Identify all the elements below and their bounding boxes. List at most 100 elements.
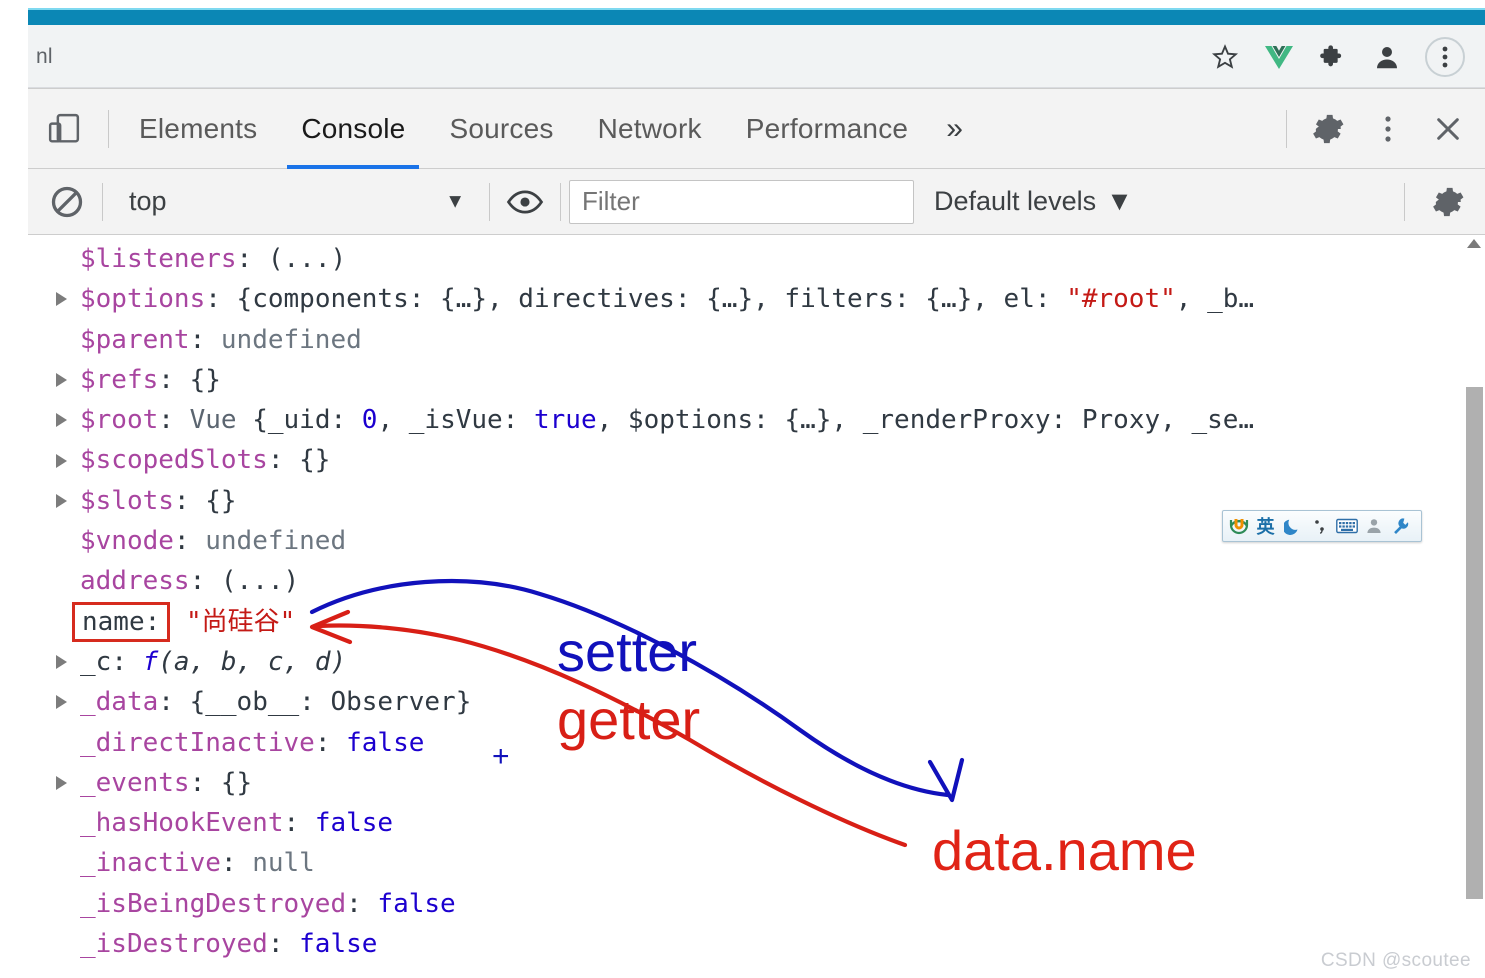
property-value: {} xyxy=(189,364,221,395)
property-row-refs[interactable]: $refs: {} xyxy=(28,360,1388,400)
csdn-watermark: CSDN @scoutee xyxy=(1320,950,1471,971)
property-row-directinactive[interactable]: _directInactive: false xyxy=(28,723,1388,763)
property-row-options[interactable]: $options: {components: {…}, directives: … xyxy=(28,279,1388,319)
soft-keyboard-icon[interactable] xyxy=(1334,513,1359,539)
input-mode-chinese-english-icon[interactable]: 英 xyxy=(1253,513,1278,539)
bookmark-star-icon[interactable] xyxy=(1209,41,1241,73)
property-key: name xyxy=(82,606,145,637)
ime-toolbox-wrench-icon[interactable] xyxy=(1388,513,1413,539)
property-row-events[interactable]: _events: {} xyxy=(28,763,1388,803)
scroll-up-arrow-icon[interactable] xyxy=(1467,239,1481,248)
console-filter-input[interactable] xyxy=(569,179,914,224)
scrollbar-thumb[interactable] xyxy=(1466,387,1483,899)
extensions-puzzle-icon[interactable] xyxy=(1317,41,1349,73)
ime-floating-toolbar[interactable]: 英 xyxy=(1222,510,1422,542)
punctuation-mode-icon[interactable] xyxy=(1307,513,1332,539)
moon-mode-icon[interactable] xyxy=(1280,513,1305,539)
page-load-progress-bar xyxy=(28,8,1485,25)
chrome-menu-icon[interactable] xyxy=(1425,37,1465,77)
property-key: $parent xyxy=(80,324,190,355)
tab-elements-label: Elements xyxy=(139,112,258,144)
disclosure-triangle-icon[interactable] xyxy=(56,453,67,468)
chevron-down-icon: ▼ xyxy=(445,190,465,212)
vue-devtools-icon[interactable] xyxy=(1263,41,1295,73)
property-value[interactable]: {__ob__: Observer} xyxy=(190,687,472,717)
clear-console-icon[interactable] xyxy=(40,175,94,229)
console-log-levels-value: Default levels xyxy=(934,186,1097,216)
settings-gear-icon[interactable] xyxy=(1301,102,1355,156)
property-row-name[interactable]: name: "尚硅谷" xyxy=(28,601,1388,642)
browser-toolbar-actions xyxy=(1209,36,1465,78)
inspect-element-icon[interactable] xyxy=(28,89,100,169)
property-key: $options xyxy=(80,284,206,315)
user-account-icon[interactable] xyxy=(1361,513,1386,539)
property-key: $refs xyxy=(80,364,159,395)
property-value: undefined xyxy=(220,324,362,355)
console-output-area[interactable]: $listeners: (...) $options: {components:… xyxy=(28,235,1485,977)
property-value[interactable]: (...) xyxy=(221,566,299,596)
disclosure-triangle-icon[interactable] xyxy=(56,373,67,388)
disclosure-triangle-icon[interactable] xyxy=(56,413,67,428)
property-value: "尚硅谷" xyxy=(185,606,296,637)
property-value: false xyxy=(346,727,425,758)
property-value: false xyxy=(314,808,394,839)
property-row-scopedslots[interactable]: $scopedSlots: {} xyxy=(28,440,1388,480)
address-bar-url-text[interactable]: nl xyxy=(36,45,53,69)
chevron-down-icon: ▼ xyxy=(1106,186,1133,216)
property-row-data[interactable]: _data: {__ob__: Observer} xyxy=(28,682,1388,722)
property-value-class-token: Vue xyxy=(189,405,237,436)
live-expression-eye-icon[interactable] xyxy=(498,175,552,229)
console-context-value: top xyxy=(129,186,167,216)
tab-network-label: Network xyxy=(597,112,702,144)
property-value[interactable]: (...) xyxy=(268,244,346,274)
sogou-logo-icon[interactable] xyxy=(1226,513,1251,539)
property-row-isdestroyed[interactable]: _isDestroyed: false xyxy=(28,924,1388,964)
tab-network[interactable]: Network xyxy=(576,89,724,169)
close-devtools-icon[interactable] xyxy=(1421,102,1475,156)
toolbar-divider xyxy=(108,109,109,148)
property-value: null xyxy=(252,848,315,879)
property-row-c[interactable]: _c: f(a, b, c, d) xyxy=(28,642,1388,682)
property-row-address[interactable]: address: (...) xyxy=(28,561,1388,601)
browser-omnibox-bar: nl xyxy=(28,25,1485,88)
screenshot-root: nl Elements Console Sources Network Perf… xyxy=(0,0,1485,978)
more-tabs-chevron-icon[interactable]: » xyxy=(930,89,979,169)
property-row-root[interactable]: $root: Vue {_uid: 0, _isVue: true, $opti… xyxy=(28,400,1388,440)
property-key: _inactive xyxy=(80,848,221,879)
console-filter-bar-right xyxy=(1396,169,1475,235)
disclosure-triangle-icon[interactable] xyxy=(56,695,67,710)
disclosure-triangle-icon[interactable] xyxy=(56,493,67,508)
disclosure-triangle-icon[interactable] xyxy=(56,776,67,790)
console-log-levels-selector[interactable]: Default levels ▼ xyxy=(934,186,1133,217)
devtools-more-options-icon[interactable] xyxy=(1361,102,1415,156)
disclosure-triangle-icon[interactable] xyxy=(56,292,67,307)
tab-performance-label: Performance xyxy=(745,112,909,144)
property-key: $root xyxy=(80,405,159,436)
property-row-slots[interactable]: $slots: {} xyxy=(28,481,1388,521)
tab-elements[interactable]: Elements xyxy=(117,89,279,169)
property-row-isbeingdestroyed[interactable]: _isBeingDestroyed: false xyxy=(28,884,1388,924)
property-row-listeners[interactable]: $listeners: (...) xyxy=(28,239,1388,279)
devtools-tabbar-right-actions xyxy=(1278,89,1475,169)
console-context-selector[interactable]: top ▼ xyxy=(111,178,481,226)
property-key: address xyxy=(80,566,190,597)
tab-sources[interactable]: Sources xyxy=(427,89,575,169)
profile-avatar-icon[interactable] xyxy=(1371,41,1403,73)
tab-console[interactable]: Console xyxy=(279,89,427,169)
property-row-vnode[interactable]: $vnode: undefined xyxy=(28,521,1388,561)
property-value-number-token: 0 xyxy=(361,405,378,436)
toolbar-divider xyxy=(1286,110,1287,148)
console-settings-gear-icon[interactable] xyxy=(1421,175,1475,229)
highlighted-name-key-box: name: xyxy=(72,601,171,642)
annotation-setter-label: setter xyxy=(557,620,698,683)
annotation-data-name-label: data.name xyxy=(932,819,1197,882)
toolbar-divider xyxy=(489,182,490,221)
property-row-parent[interactable]: $parent: undefined xyxy=(28,320,1388,360)
property-key: _events xyxy=(80,767,190,798)
tab-performance[interactable]: Performance xyxy=(724,89,931,169)
property-key: _c xyxy=(80,646,112,677)
disclosure-triangle-icon[interactable] xyxy=(56,655,67,670)
tab-console-label: Console xyxy=(301,112,406,144)
property-value: {} xyxy=(205,485,237,516)
console-scrollbar[interactable] xyxy=(1463,235,1485,977)
